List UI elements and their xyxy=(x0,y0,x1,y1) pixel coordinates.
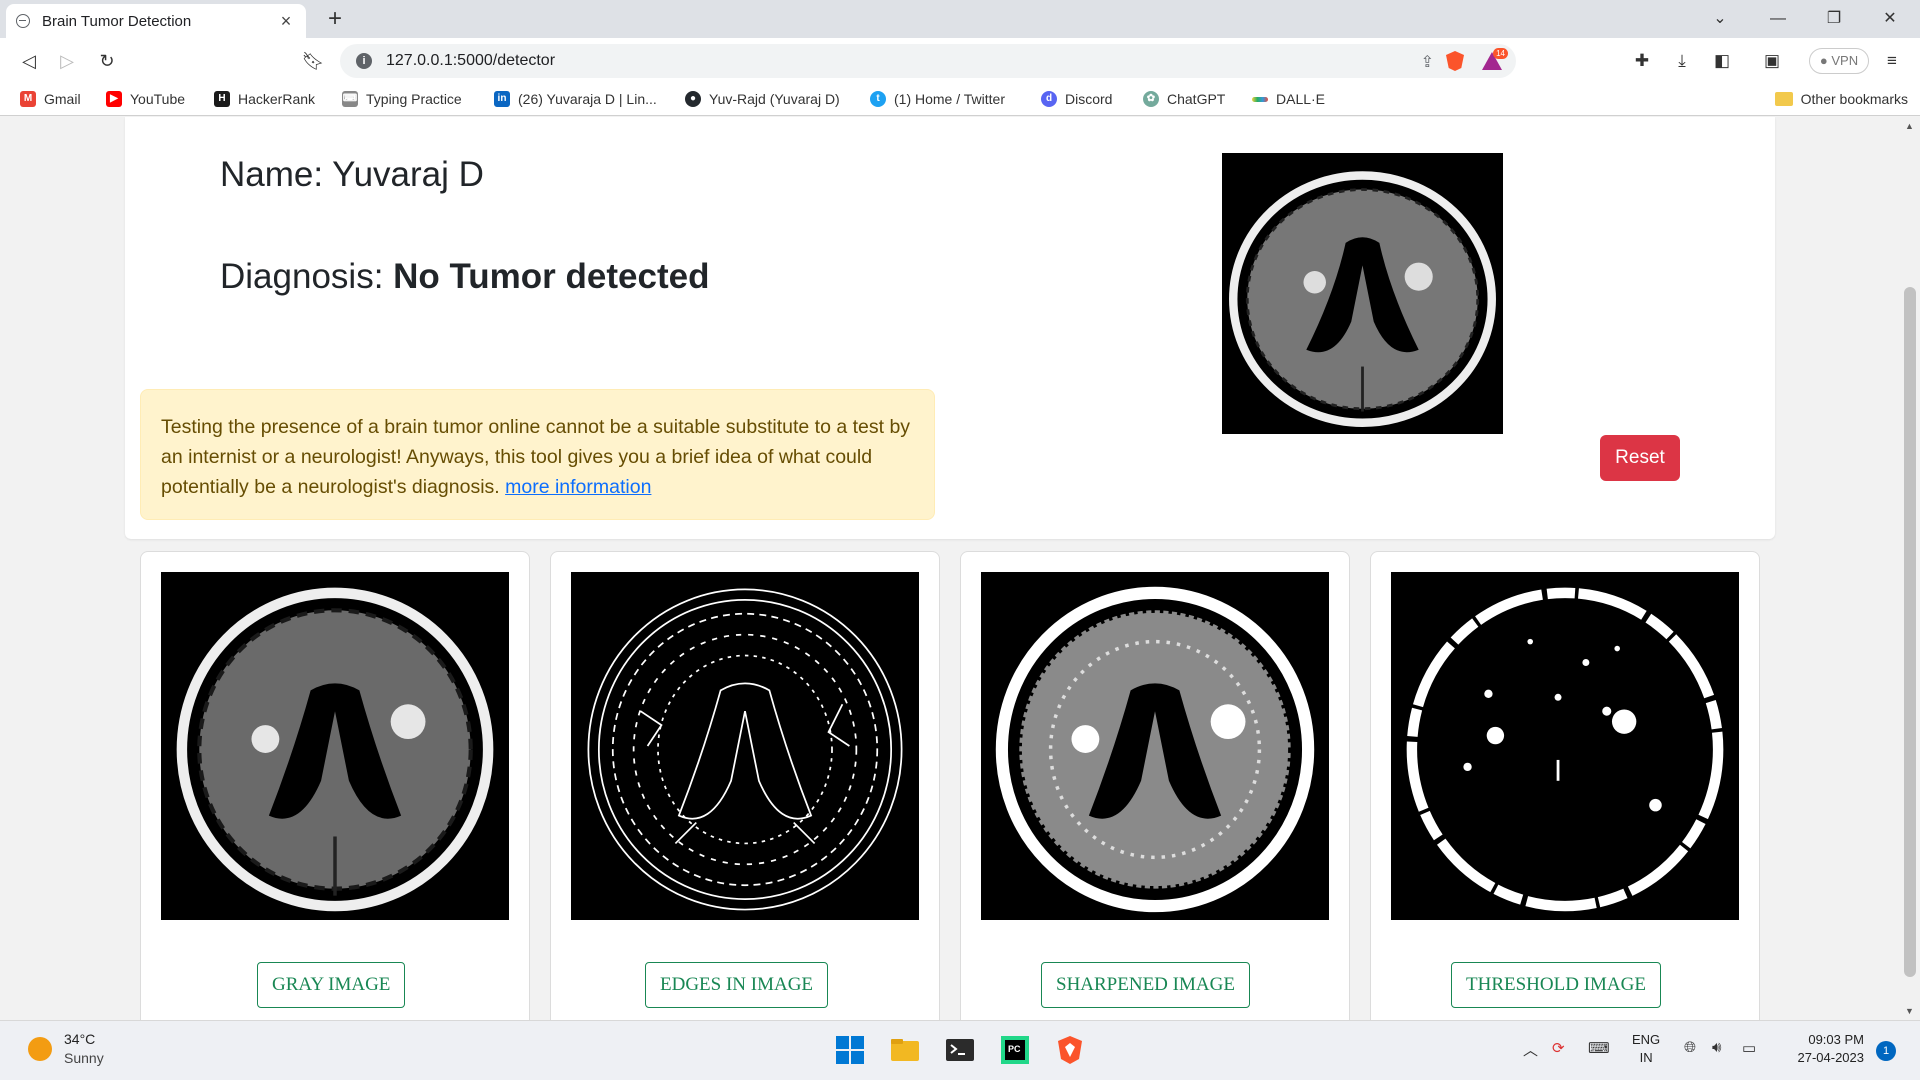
sync-icon[interactable]: ⟳ xyxy=(1552,1039,1565,1057)
gray-image-card: GRAY IMAGE xyxy=(140,551,530,1020)
bookmark-youtube[interactable]: ▶ YouTube xyxy=(106,91,185,107)
more-information-link[interactable]: more information xyxy=(505,476,651,498)
tray-overflow-icon[interactable]: ︿ xyxy=(1523,1039,1538,1060)
language-indicator[interactable]: ENG IN xyxy=(1632,1031,1660,1067)
diagnosis-value: No Tumor detected xyxy=(393,257,710,296)
page-viewport: Name: Yuvaraj D Diagnosis: No Tumor dete… xyxy=(0,117,1900,1020)
brave-browser-icon[interactable] xyxy=(1053,1033,1087,1067)
sharpened-mri-image xyxy=(981,572,1329,920)
sun-icon[interactable] xyxy=(28,1037,52,1061)
windows-start-icon[interactable] xyxy=(833,1033,867,1067)
patient-name: Name: Yuvaraj D xyxy=(220,155,484,194)
svg-text:PC: PC xyxy=(1008,1044,1021,1054)
gray-image-button[interactable]: GRAY IMAGE xyxy=(257,962,406,1008)
gmail-icon: M xyxy=(20,91,36,107)
forward-icon[interactable]: ▷ xyxy=(52,46,82,76)
notification-badge[interactable]: 1 xyxy=(1876,1041,1896,1061)
gray-mri-image xyxy=(161,572,509,920)
bookmark-linkedin[interactable]: in (26) Yuvaraja D | Lin... xyxy=(494,91,657,107)
close-tab-icon[interactable]: × xyxy=(276,11,296,32)
bookmark-twitter[interactable]: t (1) Home / Twitter xyxy=(870,91,1005,107)
hackerrank-icon: H xyxy=(214,91,230,107)
temperature[interactable]: 34°C xyxy=(64,1031,95,1047)
scroll-down-icon[interactable]: ▼ xyxy=(1905,1006,1914,1016)
vpn-button[interactable]: ● VPN xyxy=(1809,48,1869,74)
bookmark-chatgpt[interactable]: ✿ ChatGPT xyxy=(1143,91,1225,107)
threshold-image-button[interactable]: THRESHOLD IMAGE xyxy=(1451,962,1661,1008)
url-text[interactable]: 127.0.0.1:5000/detector xyxy=(386,52,555,70)
chatgpt-icon: ✿ xyxy=(1143,91,1159,107)
sharpened-image-button[interactable]: SHARPENED IMAGE xyxy=(1041,962,1250,1008)
scrollbar-thumb[interactable] xyxy=(1904,287,1916,977)
other-bookmarks[interactable]: Other bookmarks xyxy=(1774,91,1908,107)
keyboard-icon: ⌨ xyxy=(342,91,358,107)
page-scrollbar[interactable]: ▲ ▼ xyxy=(1900,117,1920,1020)
site-info-icon[interactable]: i xyxy=(356,53,372,69)
disclaimer-alert: Testing the presence of a brain tumor on… xyxy=(140,389,935,520)
minimize-button[interactable]: — xyxy=(1750,0,1806,38)
bookmark-typing-practice[interactable]: ⌨ Typing Practice xyxy=(342,91,462,107)
file-explorer-icon[interactable] xyxy=(888,1033,922,1067)
globe-icon xyxy=(16,14,30,28)
diagnosis-line: Diagnosis: No Tumor detected xyxy=(220,257,710,296)
edges-image-card: EDGES IN IMAGE xyxy=(550,551,940,1020)
browser-tab[interactable]: Brain Tumor Detection × xyxy=(6,4,306,38)
bookmark-github[interactable]: ● Yuv-Rajd (Yuvaraj D) xyxy=(685,91,840,107)
extensions-icon[interactable]: ✚ xyxy=(1628,46,1656,76)
windows-taskbar: 34°C Sunny PC ︿ ⟳ ⌨ ENG IN 🌐︎ 🔊︎ ▭ 09:03… xyxy=(0,1020,1920,1080)
linkedin-icon: in xyxy=(494,91,510,107)
result-card: Name: Yuvaraj D Diagnosis: No Tumor dete… xyxy=(125,117,1775,539)
rewards-badge: 14 xyxy=(1493,48,1508,59)
close-window-button[interactable]: ✕ xyxy=(1862,0,1918,38)
edges-image-button[interactable]: EDGES IN IMAGE xyxy=(645,962,829,1008)
twitter-icon: t xyxy=(870,91,886,107)
download-icon[interactable]: ⤓ xyxy=(1668,46,1696,76)
dalle-icon xyxy=(1252,96,1268,102)
pycharm-icon[interactable]: PC xyxy=(998,1033,1032,1067)
bookmark-hackerrank[interactable]: H HackerRank xyxy=(214,91,315,107)
new-tab-button[interactable]: + xyxy=(320,4,350,34)
sidebar-icon[interactable]: ◧ xyxy=(1708,46,1736,76)
back-icon[interactable]: ◁ xyxy=(14,46,44,76)
bookmark-dalle[interactable]: DALL·E xyxy=(1252,91,1325,107)
github-icon: ● xyxy=(685,91,701,107)
tab-title: Brain Tumor Detection xyxy=(42,12,192,30)
scroll-up-icon[interactable]: ▲ xyxy=(1905,121,1914,131)
bookmark-discord[interactable]: d Discord xyxy=(1041,91,1112,107)
tab-strip: Brain Tumor Detection × + ⌄ — ❐ ✕ xyxy=(0,0,1920,38)
youtube-icon: ▶ xyxy=(106,91,122,107)
bookmark-icon[interactable]: 🔖︎ xyxy=(298,46,328,76)
battery-icon[interactable]: ▭ xyxy=(1742,1039,1756,1057)
terminal-icon[interactable] xyxy=(943,1033,977,1067)
discord-icon: d xyxy=(1041,91,1057,107)
reset-button[interactable]: Reset xyxy=(1600,435,1680,481)
folder-icon xyxy=(1774,92,1793,106)
reload-icon[interactable]: ↻ xyxy=(92,46,122,76)
browser-toolbar: ◁ ▷ ↻ 🔖︎ i 127.0.0.1:5000/detector ⇪ 14 … xyxy=(0,38,1920,84)
sharpened-image-card: SHARPENED IMAGE xyxy=(960,551,1350,1020)
uploaded-mri-image xyxy=(1222,153,1503,434)
volume-icon[interactable]: 🔊︎ xyxy=(1712,1039,1721,1056)
weather-condition[interactable]: Sunny xyxy=(64,1050,104,1066)
brave-shields-icon[interactable] xyxy=(1446,51,1464,71)
restore-button[interactable]: ❐ xyxy=(1806,0,1862,38)
threshold-image-card: THRESHOLD IMAGE xyxy=(1370,551,1760,1020)
system-clock[interactable]: 09:03 PM 27-04-2023 xyxy=(1782,1031,1865,1067)
bookmarks-bar: M Gmail ▶ YouTube H HackerRank ⌨ Typing Prac… xyxy=(0,84,1920,116)
network-icon[interactable]: 🌐︎ xyxy=(1684,1039,1696,1056)
share-icon[interactable]: ⇪ xyxy=(1421,52,1434,72)
wallet-icon[interactable]: ▣ xyxy=(1758,46,1786,76)
bookmark-gmail[interactable]: M Gmail xyxy=(20,91,81,107)
threshold-mri-image xyxy=(1391,572,1739,920)
edges-mri-image xyxy=(571,572,919,920)
tab-search-icon[interactable]: ⌄ xyxy=(1692,0,1748,38)
menu-icon[interactable]: ≡ xyxy=(1878,46,1906,76)
address-bar[interactable]: i 127.0.0.1:5000/detector ⇪ 14 xyxy=(340,44,1516,78)
keyboard-tray-icon[interactable]: ⌨ xyxy=(1588,1039,1610,1057)
